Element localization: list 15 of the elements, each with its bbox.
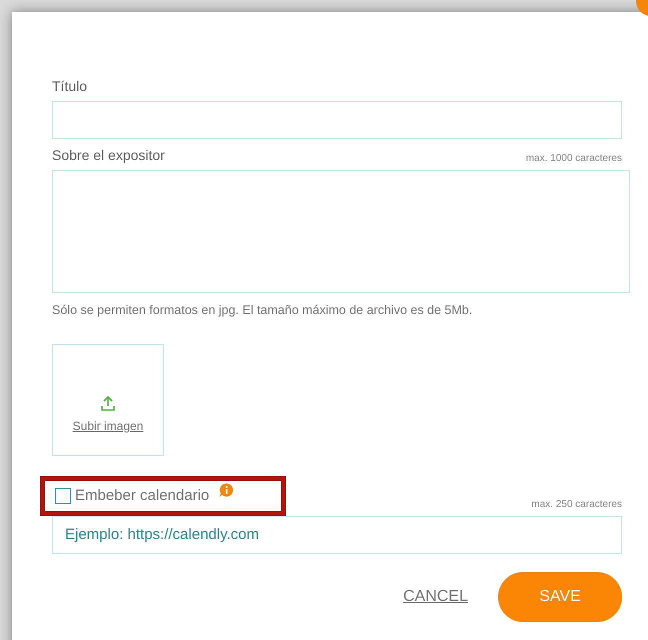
input-field[interactable] (52, 101, 622, 139)
field-label: Sobre el expositor (52, 146, 165, 165)
checkbox[interactable] (55, 488, 71, 504)
cancel-button[interactable]: CANCEL (403, 584, 468, 609)
field-label: Título (52, 77, 88, 96)
save-button[interactable]: SAVE (498, 572, 622, 622)
upload-hint: Sólo se permiten formatos en jpg. El tamaño máximo de archivo es de 5Mb. (52, 302, 474, 319)
url-field[interactable]: Ejemplo: https://calendly.com (52, 516, 622, 554)
info-icon[interactable] (219, 483, 234, 498)
upload-icon (101, 394, 115, 411)
checkbox-label: Embeber calendario (75, 486, 210, 506)
image-upload-box[interactable]: Subir imagen (52, 344, 164, 456)
character-limit: max. 250 caracteres (531, 498, 622, 512)
character-limit: max. 1000 caracteres (526, 152, 622, 166)
upload-link[interactable]: Subir imagen (72, 416, 144, 435)
